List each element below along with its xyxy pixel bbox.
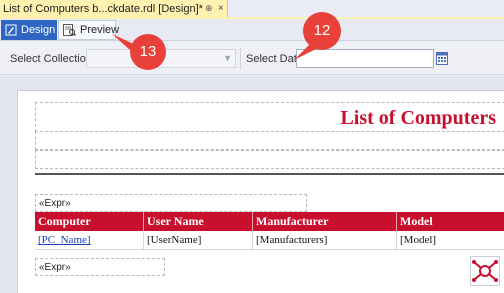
tab-design[interactable]: Design: [1, 20, 57, 40]
report-title: List of Computers: [340, 107, 496, 129]
table-row: [PC_Name] [UserName] [Manufacturers] [Mo…: [35, 231, 504, 250]
parameter-divider: [240, 48, 241, 70]
pin-icon[interactable]: ⊕: [203, 3, 215, 14]
calendar-icon[interactable]: [436, 51, 448, 65]
column-header-computer[interactable]: Computer: [35, 212, 144, 231]
column-header-user-name[interactable]: User Name: [144, 212, 253, 231]
cell-model[interactable]: [Model]: [397, 231, 504, 250]
design-surface: List of Computers «Expr» Computer User N…: [0, 76, 504, 293]
cell-user-name[interactable]: [UserName]: [144, 231, 253, 250]
document-tab[interactable]: List of Computers b...ckdate.rdl [Design…: [0, 0, 228, 17]
chevron-down-icon[interactable]: ▼: [223, 53, 232, 63]
view-tab-strip: Design Preview: [0, 19, 504, 41]
column-header-model[interactable]: Model: [397, 212, 504, 231]
document-tab-title: List of Computers b...ckdate.rdl [Design…: [3, 2, 203, 15]
header-divider-line[interactable]: [35, 173, 504, 175]
select-collection-label: Select Collection: [10, 53, 92, 65]
table-header-row: Computer User Name Manufacturer Model: [35, 212, 504, 231]
report-header-textbox[interactable]: List of Computers: [35, 102, 504, 132]
report-canvas[interactable]: List of Computers «Expr» Computer User N…: [17, 90, 504, 293]
report-table[interactable]: Computer User Name Manufacturer Model [P…: [35, 212, 504, 250]
header-blank-row[interactable]: [35, 150, 504, 169]
parameter-bar: Select Collection ▼ Select Date: [0, 42, 504, 75]
design-icon: [5, 24, 17, 36]
cell-manufacturers[interactable]: [Manufacturers]: [253, 231, 397, 250]
cell-pc-name[interactable]: [PC_Name]: [35, 231, 144, 250]
callout-date-marker: [294, 12, 341, 60]
column-header-manufacturer[interactable]: Manufacturer: [253, 212, 397, 231]
header-blank-row[interactable]: [35, 131, 504, 150]
expression-textbox-bottom[interactable]: «Expr»: [35, 258, 165, 276]
callout-date-number: 12: [313, 22, 331, 39]
close-icon[interactable]: ×: [214, 3, 227, 14]
tab-design-label: Design: [21, 24, 56, 36]
callout-preview-number: 13: [139, 43, 157, 60]
expression-textbox-top[interactable]: «Expr»: [35, 194, 307, 212]
preview-icon: [63, 24, 76, 36]
report-logo-icon[interactable]: [470, 256, 500, 286]
